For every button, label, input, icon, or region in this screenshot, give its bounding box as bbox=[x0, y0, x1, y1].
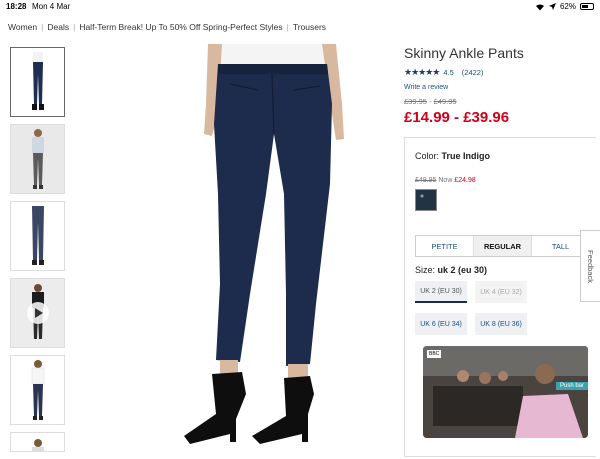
rating-value: 4.5 bbox=[443, 68, 454, 77]
breadcrumb-separator: | bbox=[41, 22, 44, 32]
rating-row[interactable]: ★★★★★ 4.5 (2422) bbox=[404, 67, 600, 78]
breadcrumb-women[interactable]: Women bbox=[8, 22, 37, 32]
breadcrumb-promo[interactable]: Half-Term Break! Up To 50% Off Spring-Pe… bbox=[79, 22, 282, 32]
thumbnail-5[interactable] bbox=[10, 355, 65, 425]
fit-tab-regular[interactable]: REGULAR bbox=[474, 236, 532, 256]
color-name: True Indigo bbox=[441, 151, 491, 161]
breadcrumb-separator: | bbox=[73, 22, 76, 32]
size-label: Size: uk 2 (eu 30) bbox=[415, 265, 487, 275]
fit-tab-petite[interactable]: PETITE bbox=[416, 236, 474, 256]
main-product-image[interactable] bbox=[80, 44, 380, 450]
thumbnail-image bbox=[31, 360, 44, 420]
pip-video[interactable]: BBC Push bar bbox=[423, 346, 588, 438]
color-swatch-true-indigo[interactable] bbox=[415, 189, 437, 211]
thumbnail-2[interactable] bbox=[10, 124, 65, 194]
thumbnail-3[interactable] bbox=[10, 201, 65, 271]
product-info: Skinny Ankle Pants ★★★★★ 4.5 (2422) Writ… bbox=[404, 45, 600, 126]
breadcrumb-trousers[interactable]: Trousers bbox=[293, 22, 326, 32]
thumbnail-list bbox=[10, 47, 67, 459]
size-option[interactable]: UK 8 (EU 36) bbox=[475, 313, 527, 335]
swatch-was-price: £49.95 bbox=[415, 177, 437, 184]
breadcrumb-deals[interactable]: Deals bbox=[47, 22, 69, 32]
video-overlay-text: Push bar bbox=[555, 382, 588, 390]
color-label-text: Color: bbox=[415, 151, 440, 161]
swatch-now-label: Now bbox=[438, 177, 453, 184]
battery-icon bbox=[580, 3, 594, 10]
old-price: £39.95 - £49.95 bbox=[404, 97, 600, 106]
size-option[interactable]: UK 4 (EU 32) bbox=[475, 281, 527, 303]
size-label-text: Size: bbox=[415, 265, 436, 275]
old-price-low: £39.95 bbox=[404, 97, 427, 106]
star-icon: ★★★★★ bbox=[404, 67, 440, 77]
play-icon[interactable] bbox=[26, 302, 49, 324]
status-date: Mon 4 Mar bbox=[32, 2, 71, 11]
review-count[interactable]: (2422) bbox=[462, 68, 484, 77]
video-channel-logo: BBC bbox=[427, 350, 442, 358]
thumbnail-1[interactable] bbox=[10, 47, 65, 117]
thumbnail-image bbox=[31, 52, 44, 110]
write-review-link[interactable]: Write a review bbox=[404, 84, 600, 91]
product-title: Skinny Ankle Pants bbox=[404, 45, 524, 61]
old-price-high: £49.95 bbox=[433, 97, 457, 106]
size-option[interactable]: UK 6 (EU 34) bbox=[415, 313, 467, 335]
status-bar: 18:28 Mon 4 Mar 62% bbox=[0, 0, 600, 14]
thumbnail-6[interactable] bbox=[10, 432, 65, 452]
old-price-separator: - bbox=[426, 97, 434, 106]
feedback-tab[interactable]: Feedback bbox=[580, 230, 600, 302]
video-frame bbox=[423, 346, 588, 438]
location-icon bbox=[548, 3, 556, 10]
status-right: 62% bbox=[535, 2, 594, 11]
product-photo bbox=[80, 44, 380, 450]
current-price: £14.99 - £39.96 bbox=[404, 109, 510, 126]
color-label: Color: True Indigo bbox=[415, 151, 490, 161]
feedback-label: Feedback bbox=[586, 249, 595, 283]
battery-percent: 62% bbox=[559, 2, 576, 11]
status-time: 18:28 bbox=[6, 2, 27, 11]
size-value: uk 2 (eu 30) bbox=[437, 265, 488, 275]
breadcrumb: Women | Deals | Half-Term Break! Up To 5… bbox=[8, 22, 326, 32]
thumbnail-video[interactable] bbox=[10, 278, 65, 348]
swatch-price: £49.95 Now £24.98 bbox=[415, 177, 476, 184]
fit-tabs: PETITE REGULAR TALL bbox=[415, 235, 590, 257]
thumbnail-image bbox=[31, 439, 44, 451]
size-option[interactable]: UK 2 (EU 30) bbox=[415, 281, 467, 303]
swatch-now-price: £24.98 bbox=[454, 177, 476, 184]
thumbnail-image bbox=[31, 206, 44, 265]
thumbnail-image bbox=[31, 129, 44, 189]
breadcrumb-separator: | bbox=[286, 22, 289, 32]
wifi-icon bbox=[535, 3, 544, 11]
